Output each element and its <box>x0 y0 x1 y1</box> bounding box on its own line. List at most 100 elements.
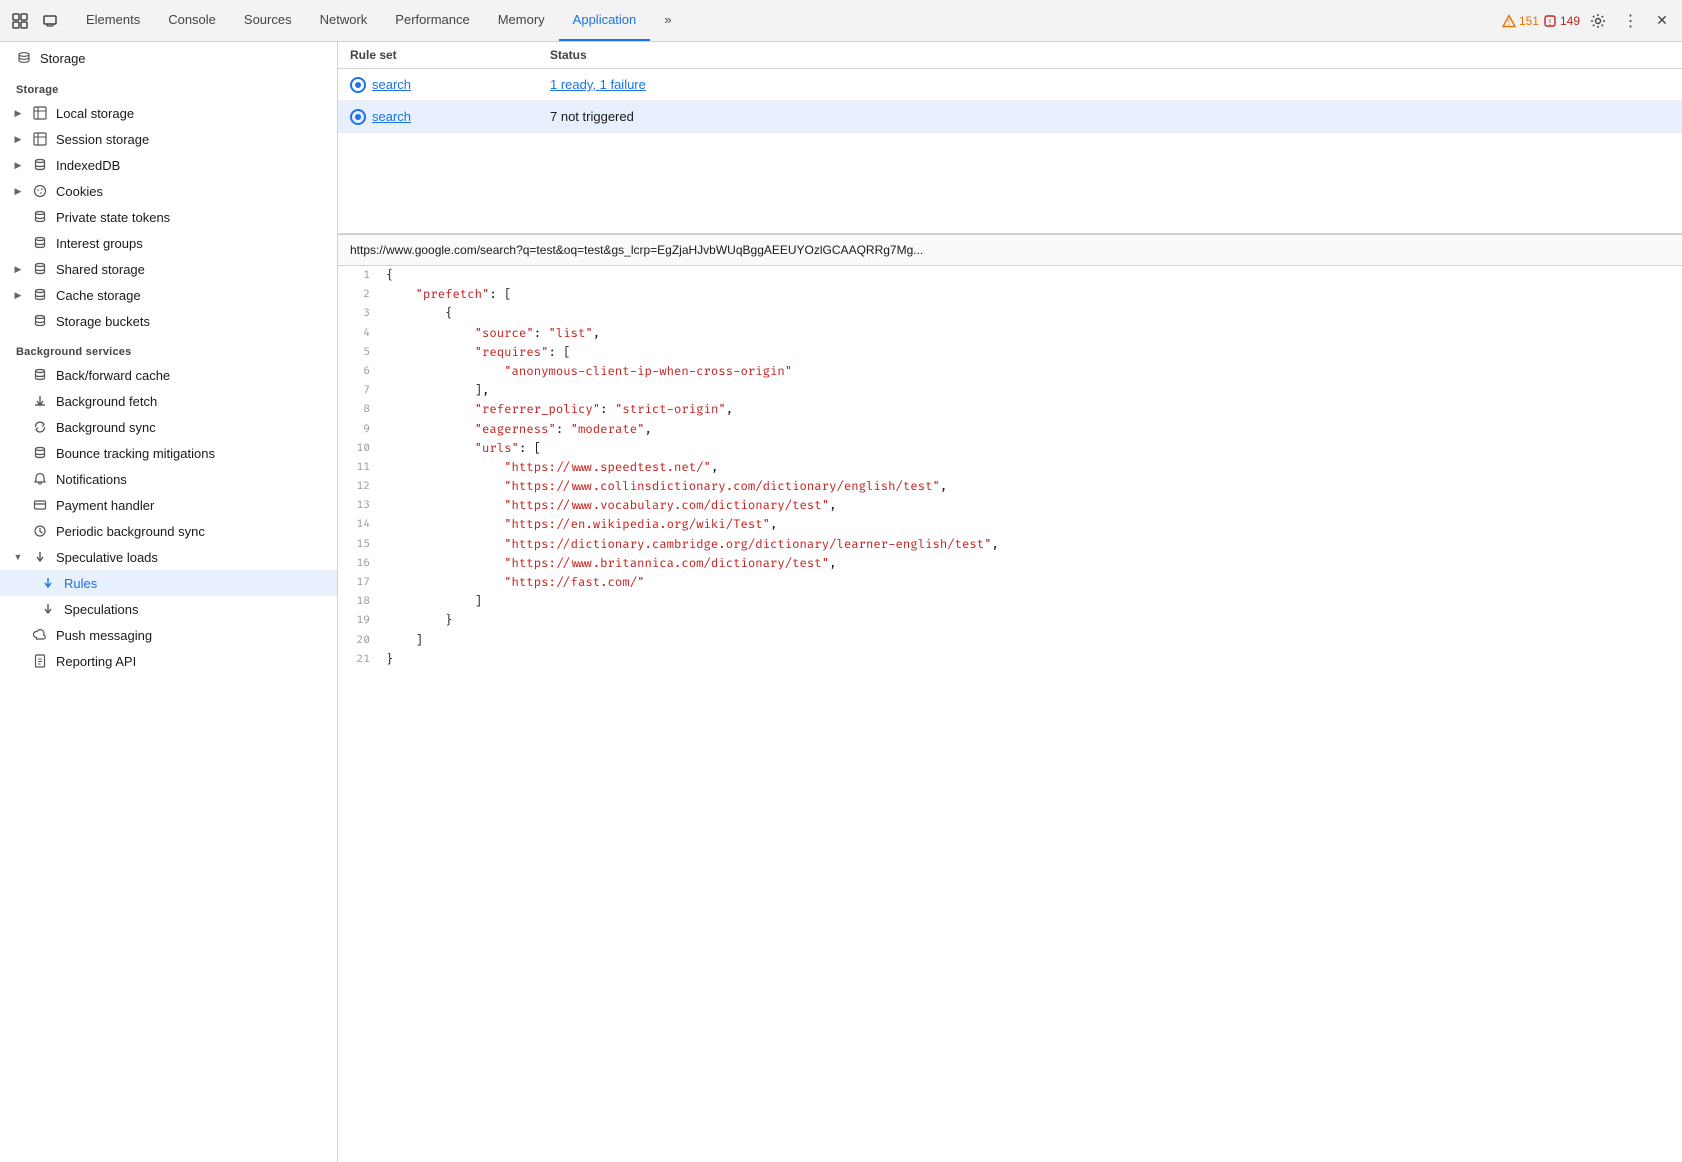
database-icon <box>32 209 48 225</box>
sidebar-item-reporting-api[interactable]: Reporting API <box>0 648 337 674</box>
sidebar-item-local-storage[interactable]: ▶ Local storage <box>0 100 337 126</box>
tab-memory[interactable]: Memory <box>484 0 559 41</box>
code-line: 20 ] <box>338 631 1682 650</box>
status-cell: 7 not triggered <box>550 109 1670 124</box>
col-header-ruleset: Rule set <box>350 48 550 62</box>
empty-table-area <box>338 133 1682 233</box>
sidebar-item-storage-top[interactable]: Storage <box>0 42 337 72</box>
line-content: { <box>386 266 393 285</box>
sidebar-item-indexeddb[interactable]: ▶ IndexedDB <box>0 152 337 178</box>
speculate-row-icon <box>350 77 366 93</box>
speculate-row-icon <box>350 109 366 125</box>
cloud-icon <box>32 627 48 643</box>
code-line: 18 ] <box>338 592 1682 611</box>
line-number: 21 <box>338 650 386 669</box>
chevron-right-icon: ▶ <box>12 289 24 301</box>
sidebar-item-periodic-bg-sync[interactable]: Periodic background sync <box>0 518 337 544</box>
tab-bar: Elements Console Sources Network Perform… <box>0 0 1682 42</box>
sidebar-item-private-state-tokens[interactable]: Private state tokens <box>0 204 337 230</box>
code-line: 19 } <box>338 611 1682 630</box>
line-number: 13 <box>338 496 386 515</box>
close-icon[interactable]: ✕ <box>1648 7 1676 35</box>
line-content: "anonymous-client-ip-when-cross-origin" <box>386 362 792 381</box>
tab-sources[interactable]: Sources <box>230 0 306 41</box>
line-number: 19 <box>338 611 386 630</box>
ruleset-link[interactable]: search <box>372 109 411 124</box>
database-icon <box>32 367 48 383</box>
sidebar-item-bg-fetch[interactable]: Background fetch <box>0 388 337 414</box>
line-number: 20 <box>338 631 386 650</box>
line-content: "referrer_policy": "strict-origin", <box>386 400 733 419</box>
status-cell: 1 ready, 1 failure <box>550 77 1670 92</box>
toolbar-right: ! 151 ! 149 ⋮ ✕ <box>1502 7 1676 35</box>
database-icon <box>32 157 48 173</box>
toolbar-actions <box>6 7 64 35</box>
line-content: } <box>386 650 393 669</box>
sidebar-item-rules[interactable]: Rules <box>0 570 337 596</box>
sidebar-item-speculations[interactable]: Speculations <box>0 596 337 622</box>
storage-section-title: Storage <box>0 72 337 100</box>
code-panel[interactable]: 1{2 "prefetch": [3 {4 "source": "list",5… <box>338 266 1682 1162</box>
code-line: 6 "anonymous-client-ip-when-cross-origin… <box>338 362 1682 381</box>
code-line: 21} <box>338 650 1682 669</box>
sidebar-item-interest-groups[interactable]: Interest groups <box>0 230 337 256</box>
code-line: 14 "https://en.wikipedia.org/wiki/Test", <box>338 515 1682 534</box>
line-content: "eagerness": "moderate", <box>386 420 652 439</box>
database-icon <box>32 261 48 277</box>
sidebar-item-notifications[interactable]: Notifications <box>0 466 337 492</box>
table-row[interactable]: search 7 not triggered <box>338 101 1682 133</box>
line-number: 12 <box>338 477 386 496</box>
status-link[interactable]: 1 ready, 1 failure <box>550 77 646 92</box>
ruleset-link[interactable]: search <box>372 77 411 92</box>
col-header-status: Status <box>550 48 1670 62</box>
more-icon[interactable]: ⋮ <box>1616 7 1644 35</box>
sidebar-item-cache-storage[interactable]: ▶ Cache storage <box>0 282 337 308</box>
table-row[interactable]: search 1 ready, 1 failure <box>338 69 1682 101</box>
chevron-right-icon: ▶ <box>12 263 24 275</box>
sidebar-item-shared-storage[interactable]: ▶ Shared storage <box>0 256 337 282</box>
line-number: 9 <box>338 420 386 439</box>
line-content: } <box>386 611 452 630</box>
code-line: 12 "https://www.collinsdictionary.com/di… <box>338 477 1682 496</box>
sidebar-item-session-storage[interactable]: ▶ Session storage <box>0 126 337 152</box>
sidebar-item-storage-buckets[interactable]: Storage buckets <box>0 308 337 334</box>
settings-icon[interactable] <box>1584 7 1612 35</box>
line-number: 3 <box>338 304 386 323</box>
speculative-sub-icon <box>40 575 56 591</box>
chevron-right-icon: ▶ <box>12 159 24 171</box>
tab-elements[interactable]: Elements <box>72 0 154 41</box>
line-content: "https://dictionary.cambridge.org/dictio… <box>386 535 999 554</box>
payment-icon <box>32 497 48 513</box>
tab-application[interactable]: Application <box>559 0 651 41</box>
line-number: 17 <box>338 573 386 592</box>
database-icon <box>32 313 48 329</box>
code-line: 1{ <box>338 266 1682 285</box>
tab-overflow[interactable]: » <box>650 0 685 41</box>
line-number: 16 <box>338 554 386 573</box>
tab-performance[interactable]: Performance <box>381 0 483 41</box>
line-content: "source": "list", <box>386 324 600 343</box>
sidebar-item-speculative-loads[interactable]: ▼ Speculative loads <box>0 544 337 570</box>
fetch-icon <box>32 393 48 409</box>
tab-console[interactable]: Console <box>154 0 230 41</box>
error-badge[interactable]: ! 149 <box>1543 14 1580 28</box>
line-number: 18 <box>338 592 386 611</box>
device-icon[interactable] <box>36 7 64 35</box>
warning-badge[interactable]: ! 151 <box>1502 14 1539 28</box>
code-line: 15 "https://dictionary.cambridge.org/dic… <box>338 535 1682 554</box>
code-line: 2 "prefetch": [ <box>338 285 1682 304</box>
sidebar-item-cookies[interactable]: ▶ Cookies <box>0 178 337 204</box>
inspect-icon[interactable] <box>6 7 34 35</box>
sidebar-item-bfcache[interactable]: Back/forward cache <box>0 362 337 388</box>
line-content: "https://www.britannica.com/dictionary/t… <box>386 554 836 573</box>
line-content: ] <box>386 631 423 650</box>
code-line: 16 "https://www.britannica.com/dictionar… <box>338 554 1682 573</box>
chevron-right-icon: ▶ <box>12 107 24 119</box>
tab-network[interactable]: Network <box>306 0 382 41</box>
sidebar-item-bg-sync[interactable]: Background sync <box>0 414 337 440</box>
line-content: "https://en.wikipedia.org/wiki/Test", <box>386 515 777 534</box>
sidebar-item-bounce-tracking[interactable]: Bounce tracking mitigations <box>0 440 337 466</box>
sidebar-item-payment-handler[interactable]: Payment handler <box>0 492 337 518</box>
sidebar-item-push-messaging[interactable]: Push messaging <box>0 622 337 648</box>
content-area: Rule set Status search 1 ready, 1 failur… <box>338 42 1682 1162</box>
